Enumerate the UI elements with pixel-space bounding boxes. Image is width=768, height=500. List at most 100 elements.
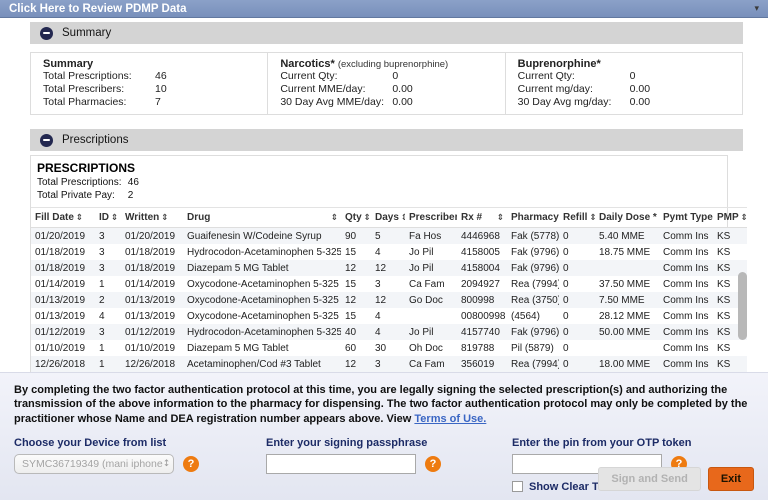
sort-icon: ⇕ <box>75 213 84 223</box>
help-icon[interactable]: ? <box>183 455 199 472</box>
column-header-written[interactable]: Written ⇕ <box>121 207 183 228</box>
summary-stat-row: Current mg/day: 0.00 <box>518 83 734 96</box>
prescription-cell: 15 <box>341 276 371 292</box>
sign-and-send-button[interactable]: Sign and Send <box>598 467 701 491</box>
column-header-daily-dose[interactable]: Daily Dose *⇕ <box>595 207 659 228</box>
column-header-pmp[interactable]: PMP⇕ <box>713 207 747 228</box>
column-header-fill-date[interactable]: Fill Date ⇕ <box>31 207 95 228</box>
prescription-cell: 01/12/2019 <box>121 324 183 340</box>
prescription-cell: 4 <box>95 308 121 324</box>
column-header-label: PMP <box>717 212 739 223</box>
prescription-cell: 4446968 <box>457 227 507 244</box>
prescription-cell: 01/14/2019 <box>121 276 183 292</box>
summary-stat-label: 30 Day Avg MME/day: <box>280 95 385 108</box>
summary-stat-label: Total Pharmacies: <box>43 95 127 108</box>
device-select-value: SYMC36719349 (mani iphone <box>22 457 163 470</box>
prescription-cell: Comm Ins <box>659 340 713 356</box>
prescription-cell: 01/18/2019 <box>121 244 183 260</box>
prescription-cell: 3 <box>95 244 121 260</box>
prescription-cell: 12/26/2018 <box>121 356 183 372</box>
prescription-cell: Diazepam 5 MG Tablet <box>183 340 341 356</box>
sort-icon: ⇕ <box>401 213 405 223</box>
sort-icon: ⇕ <box>111 213 119 223</box>
prescription-cell: 12 <box>371 292 405 308</box>
prescription-row[interactable]: 01/14/2019 1 01/14/2019 Oxycodone-Acetamino… <box>31 276 747 292</box>
prescription-cell: Rea (7994) <box>507 356 559 372</box>
summary-stat-label: Current Qty: <box>280 70 338 82</box>
summary-stat-label: Total Prescribers: <box>43 82 125 95</box>
prescription-row[interactable]: 12/26/2018 1 12/26/2018 Acetaminophen/Cod #… <box>31 356 747 372</box>
summary-stat-value: 46 <box>155 70 167 82</box>
prescription-cell: 01/13/2019 <box>121 292 183 308</box>
terms-of-use-link[interactable]: Terms of Use. <box>414 413 486 425</box>
prescription-row[interactable]: 01/18/2019 3 01/18/2019 Diazepam 5 MG Table… <box>31 260 747 276</box>
prescription-cell: Rea (7994) <box>507 276 559 292</box>
column-header-prescriber[interactable]: Prescriber⇕ <box>405 207 457 228</box>
prescription-cell: 3 <box>95 260 121 276</box>
column-header-pymt-type[interactable]: Pymt Type⇕ <box>659 207 713 228</box>
prescription-cell: 90 <box>341 227 371 244</box>
column-header-id[interactable]: ID ⇕ <box>95 207 121 228</box>
device-select[interactable]: SYMC36719349 (mani iphone ↕ <box>14 453 174 474</box>
prescription-cell: Hydrocodon-Acetaminophen 5-325 <box>183 324 341 340</box>
passphrase-input[interactable] <box>266 453 416 474</box>
sort-icon: ⇕ <box>741 213 747 223</box>
total-label: Total Private Pay: <box>37 190 115 201</box>
prescription-cell <box>595 340 659 356</box>
prescription-cell: 4158004 <box>457 260 507 276</box>
show-clear-text-checkbox[interactable] <box>512 481 523 493</box>
column-header-rx[interactable]: Rx # ⇕ <box>457 207 507 228</box>
prescription-row[interactable]: 01/12/2019 3 01/12/2019 Hydrocodon-Acetamin… <box>31 324 747 340</box>
prescriptions-total-line: Total Prescriptions: 46 <box>37 176 721 189</box>
collapse-caret-icon[interactable]: ▾ <box>754 4 759 14</box>
prescription-cell: Fak (5778) <box>507 227 559 244</box>
summary-box: Summary Total Prescriptions: 46 Total Presc… <box>30 52 743 115</box>
column-header-label: Pymt Type <box>663 212 713 223</box>
prescription-cell: 01/18/2019 <box>121 260 183 276</box>
prescription-cell: 5 <box>371 227 405 244</box>
prescription-cell: Oxycodone-Acetaminophen 5-325 <box>183 308 341 324</box>
prescription-cell: Pil (5879) <box>507 340 559 356</box>
prescription-cell: 0 <box>559 340 595 356</box>
prescription-cell: KS <box>713 340 747 356</box>
summary-stat-value: 0.00 <box>392 95 413 108</box>
prescription-cell: Fak (9796) <box>507 324 559 340</box>
prescription-row[interactable]: 01/13/2019 2 01/13/2019 Oxycodone-Acetamino… <box>31 292 747 308</box>
prescription-cell <box>405 308 457 324</box>
summary-stat-row: Current MME/day: 0.00 <box>280 83 496 96</box>
column-header-refill[interactable]: Refill⇕ <box>559 207 595 228</box>
column-header-pharmacy[interactable]: Pharmacy⇕ <box>507 207 559 228</box>
prescription-row[interactable]: 01/18/2019 3 01/18/2019 Hydrocodon-Acetamin… <box>31 244 747 260</box>
prescription-cell: 01/10/2019 <box>121 340 183 356</box>
prescription-row[interactable]: 01/13/2019 4 01/13/2019 Oxycodone-Acetamino… <box>31 308 747 324</box>
prescription-row[interactable]: 01/10/2019 1 01/10/2019 Diazepam 5 MG Table… <box>31 340 747 356</box>
sort-icon: ⇕ <box>589 213 595 223</box>
summary-stat-value: 0 <box>392 70 399 82</box>
pdmp-content: Summary Summary Total Prescriptions: 46 Tot… <box>0 18 768 374</box>
prescription-cell: 15 <box>341 244 371 260</box>
help-icon[interactable]: ? <box>425 455 441 472</box>
column-header-drug[interactable]: Drug ⇕ <box>183 207 341 228</box>
prescriptions-section-header[interactable]: Prescriptions <box>30 129 743 151</box>
sort-icon: ⇕ <box>496 212 504 223</box>
prescription-cell: 0 <box>559 260 595 276</box>
collapse-minus-icon[interactable] <box>40 26 53 40</box>
pdmp-header-bar[interactable]: Click Here to Review PDMP Data ▾ <box>0 0 768 18</box>
prescription-cell: KS <box>713 227 747 244</box>
collapse-minus-icon[interactable] <box>40 133 53 147</box>
prescription-cell: 0 <box>559 308 595 324</box>
prescription-cell: Ca Fam <box>405 276 457 292</box>
summary-stat-row: Current Qty: 0 <box>518 70 734 83</box>
vertical-scrollbar-thumb[interactable] <box>738 272 747 340</box>
summary-stat-value: 10 <box>155 82 167 95</box>
prescription-row[interactable]: 01/20/2019 3 01/20/2019 Guaifenesin W/Codei… <box>31 227 747 244</box>
column-header-days[interactable]: Days⇕ <box>371 207 405 228</box>
exit-button[interactable]: Exit <box>707 467 754 491</box>
device-field: Choose your Device from list SYMC3671934… <box>14 437 266 493</box>
summary-stat-row: Total Pharmacies: 7 <box>43 96 259 109</box>
prescription-cell: Comm Ins <box>659 324 713 340</box>
summary-section-header[interactable]: Summary <box>30 22 743 44</box>
column-header-qty[interactable]: Qty ⇕ <box>341 207 371 228</box>
prescription-cell: 0 <box>559 276 595 292</box>
prescription-cell: Fak (9796) <box>507 260 559 276</box>
